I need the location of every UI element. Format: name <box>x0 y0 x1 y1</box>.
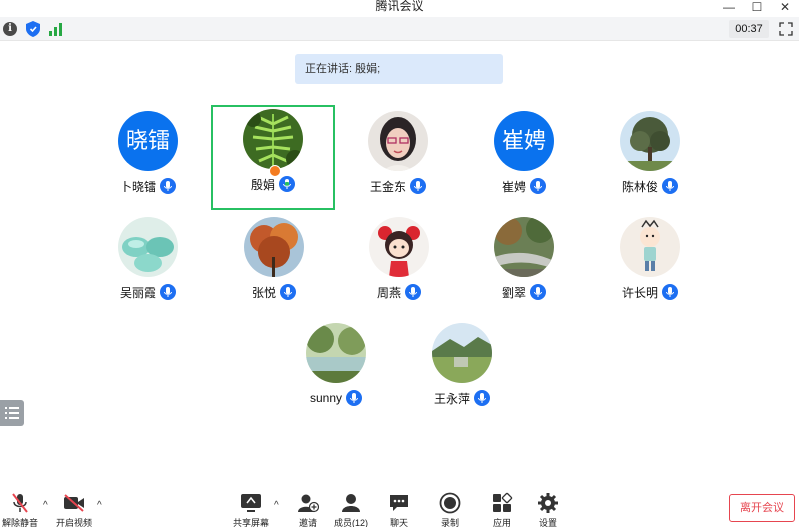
window-title: 腾讯会议 <box>375 0 424 13</box>
participant-name: 崔娉 <box>501 179 526 194</box>
participant-tile[interactable]: 吴丽霞 <box>86 213 210 318</box>
close-button[interactable]: ✕ <box>771 0 799 14</box>
avatar <box>494 217 554 277</box>
video-off-icon <box>62 492 86 514</box>
teal-bowls-photo <box>118 217 178 277</box>
cartoon-kid-photo <box>620 217 680 277</box>
fullscreen-icon[interactable] <box>779 22 793 36</box>
avatar <box>118 217 178 277</box>
participant-name: 劉翠 <box>501 285 526 300</box>
river-photo <box>494 217 554 277</box>
bottom-toolbar: 解除静音 ^ 开启视频 ^ 共享屏幕 ^ 邀请 成员(12) 聊天 录制 应用 … <box>0 487 799 527</box>
autumn-tree-photo <box>244 217 304 277</box>
unmute-button[interactable]: 解除静音 <box>2 492 38 527</box>
participant-tile[interactable]: 劉翠 <box>462 213 586 318</box>
avatar <box>620 217 680 277</box>
woman-portrait-photo <box>368 111 428 171</box>
muted-microphone-icon <box>8 492 32 514</box>
participant-name: sunny <box>309 391 343 405</box>
avatar <box>432 323 492 383</box>
participant-tile-active-speaker[interactable]: 殷娟 <box>211 105 335 210</box>
microphone-icon <box>662 178 678 194</box>
meeting-timer: 00:37 <box>729 20 769 38</box>
share-options-chevron-up-icon[interactable]: ^ <box>274 500 279 511</box>
microphone-icon <box>160 284 176 300</box>
microphone-icon <box>405 284 421 300</box>
add-person-icon <box>296 492 320 514</box>
record-icon <box>438 492 462 514</box>
record-button[interactable]: 录制 <box>438 492 462 527</box>
microphone-icon <box>474 390 490 406</box>
maximize-button[interactable]: ☐ <box>743 0 771 14</box>
participant-tile[interactable]: 晓镭 卜晓镭 <box>86 107 210 212</box>
info-icon[interactable]: i <box>3 22 17 36</box>
participant-tile[interactable]: 张悦 <box>212 213 336 318</box>
apps-button[interactable]: 应用 <box>490 492 514 527</box>
microphone-icon <box>280 284 296 300</box>
audio-options-chevron-up-icon[interactable]: ^ <box>43 500 48 511</box>
chat-bubble-icon <box>387 492 411 514</box>
members-button[interactable]: 成员(12) <box>334 492 368 527</box>
participant-list-toggle[interactable] <box>0 400 24 426</box>
window-controls: — ☐ ✕ <box>715 0 799 16</box>
participant-name: 卜晓镭 <box>119 179 156 194</box>
participant-tile[interactable]: 王金东 <box>336 107 460 212</box>
apps-grid-icon <box>490 492 514 514</box>
avatar <box>620 111 680 171</box>
mountain-field-photo <box>432 323 492 383</box>
participant-tile[interactable]: 周燕 <box>337 213 461 318</box>
participant-name: 王金东 <box>369 179 406 194</box>
participant-name: 吴丽霞 <box>119 285 156 300</box>
speaking-indicator: 正在讲话: 殷娟; <box>295 54 503 84</box>
participant-tile[interactable]: 王永萍 <box>400 319 524 424</box>
microphone-icon <box>346 390 363 406</box>
avatar: 崔娉 <box>494 111 554 171</box>
avatar <box>244 217 304 277</box>
participant-tile[interactable]: 许长明 <box>588 213 712 318</box>
avatar: 晓镭 <box>118 111 178 171</box>
participant-name: 殷娟 <box>250 177 275 192</box>
avatar <box>369 217 429 277</box>
invite-button[interactable]: 邀请 <box>296 492 320 527</box>
minimize-button[interactable]: — <box>715 0 743 14</box>
settings-button[interactable]: 设置 <box>536 492 560 527</box>
park-lake-photo <box>306 323 366 383</box>
microphone-icon <box>662 284 678 300</box>
start-video-button[interactable]: 开启视频 <box>56 492 92 527</box>
top-toolbar: i 00:37 <box>0 17 799 41</box>
cartoon-girl-photo <box>369 217 429 277</box>
security-shield-icon[interactable] <box>26 21 40 37</box>
tree-photo <box>620 111 680 171</box>
microphone-icon <box>410 178 426 194</box>
participant-tile[interactable]: 陈林俊 <box>588 107 712 212</box>
participant-name: 陈林俊 <box>621 179 658 194</box>
gear-icon <box>536 492 560 514</box>
signal-strength-icon[interactable] <box>49 22 63 36</box>
fern-photo <box>243 109 303 169</box>
list-icon <box>5 407 19 419</box>
microphone-icon <box>279 176 295 192</box>
avatar <box>306 323 366 383</box>
microphone-icon <box>160 178 176 194</box>
avatar <box>368 111 428 171</box>
avatar <box>243 109 303 169</box>
participant-name: 许长明 <box>621 285 658 300</box>
video-options-chevron-up-icon[interactable]: ^ <box>97 500 102 511</box>
chat-button[interactable]: 聊天 <box>387 492 411 527</box>
meeting-window: 腾讯会议 — ☐ ✕ i 00:37 正在讲话: 殷娟; 晓镭 卜晓镭 殷娟 王… <box>0 0 799 527</box>
members-icon <box>339 492 363 514</box>
participant-tile[interactable]: sunny <box>274 319 398 424</box>
microphone-icon <box>530 178 546 194</box>
share-screen-button[interactable]: 共享屏幕 <box>233 492 269 527</box>
participant-name: 张悦 <box>251 285 276 300</box>
participant-name: 王永萍 <box>433 391 470 406</box>
microphone-icon <box>530 284 546 300</box>
participant-name: 周燕 <box>376 285 401 300</box>
screen-share-icon <box>239 492 263 514</box>
participant-tile[interactable]: 崔娉 崔娉 <box>462 107 586 212</box>
leave-meeting-button[interactable]: 离开会议 <box>729 494 795 522</box>
